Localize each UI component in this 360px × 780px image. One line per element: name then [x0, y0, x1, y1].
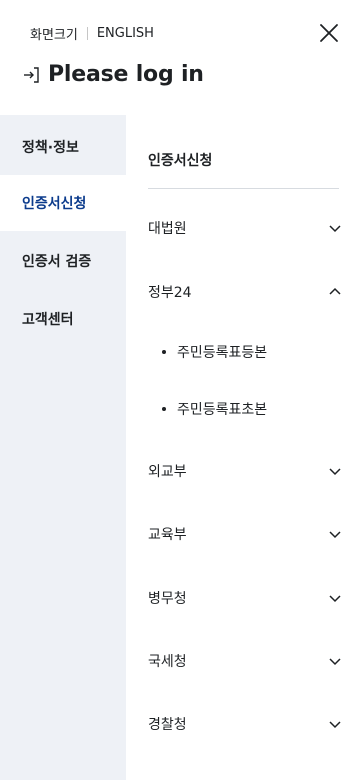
sidebar-item-label: 인증서 검증	[22, 254, 92, 270]
menu-item-label: 경찰청	[148, 717, 187, 733]
section-title: 인증서신청	[148, 153, 213, 169]
sidebar-item-customer-center[interactable]: 고객센터	[0, 291, 126, 347]
main-content: 인증서신청 대법원 정부24 주민등록표등본 주민등록표초본 외교부 교육부 병…	[126, 115, 360, 780]
close-icon	[320, 24, 338, 42]
sidebar: 정책·정보 인증서신청 인증서 검증 고객센터	[0, 115, 126, 780]
chevron-down-icon	[329, 658, 341, 666]
submenu-item-label: 주민등록표등본	[177, 345, 268, 361]
login-label: Please log in	[48, 62, 204, 87]
bullet	[162, 407, 166, 411]
close-button[interactable]	[316, 20, 342, 46]
top-links: 화면크기 ENGLISH	[30, 24, 154, 43]
menu-item-label: 교육부	[148, 527, 187, 543]
menu-item-label: 정부24	[148, 285, 192, 301]
bullet	[162, 350, 166, 354]
chevron-down-icon	[329, 531, 341, 539]
menu-item-label: 외교부	[148, 464, 187, 480]
sidebar-item-label: 인증서신청	[22, 196, 87, 212]
login-button[interactable]: Please log in	[22, 62, 204, 87]
sidebar-item-label: 고객센터	[22, 312, 74, 328]
menu-item-education[interactable]: 교육부	[148, 514, 342, 554]
login-icon	[24, 66, 39, 83]
submenu-item-resident-register-copy[interactable]: 주민등록표등본	[162, 337, 332, 367]
menu-item-label: 대법원	[148, 221, 187, 237]
submenu-item-label: 주민등록표초본	[177, 402, 268, 418]
menu-item-military-manpower[interactable]: 병무청	[148, 578, 342, 618]
chevron-up-icon	[329, 287, 341, 295]
sidebar-item-policy-info[interactable]: 정책·정보	[0, 119, 126, 175]
sidebar-item-certificate-apply[interactable]: 인증서신청	[0, 175, 126, 231]
divider	[86, 27, 88, 40]
sidebar-item-certificate-verify[interactable]: 인증서 검증	[0, 233, 126, 289]
menu-item-police[interactable]: 경찰청	[148, 704, 342, 744]
menu-item-foreign-affairs[interactable]: 외교부	[148, 451, 342, 491]
font-size-button[interactable]: 화면크기	[30, 24, 78, 43]
chevron-down-icon	[329, 595, 341, 603]
menu-item-label: 국세청	[148, 654, 187, 670]
chevron-down-icon	[329, 225, 341, 233]
menu-item-national-tax[interactable]: 국세청	[148, 641, 342, 681]
menu-item-gov24[interactable]: 정부24	[148, 272, 342, 312]
submenu-item-resident-register-abstract[interactable]: 주민등록표초본	[162, 394, 332, 424]
sidebar-item-label: 정책·정보	[22, 140, 79, 156]
language-button[interactable]: ENGLISH	[97, 26, 154, 41]
chevron-down-icon	[329, 468, 341, 476]
menu-item-supreme-court[interactable]: 대법원	[148, 208, 342, 248]
chevron-down-icon	[329, 721, 341, 729]
header: 화면크기 ENGLISH Please log in	[0, 0, 360, 115]
section-divider	[148, 188, 339, 189]
menu-item-label: 병무청	[148, 591, 187, 607]
